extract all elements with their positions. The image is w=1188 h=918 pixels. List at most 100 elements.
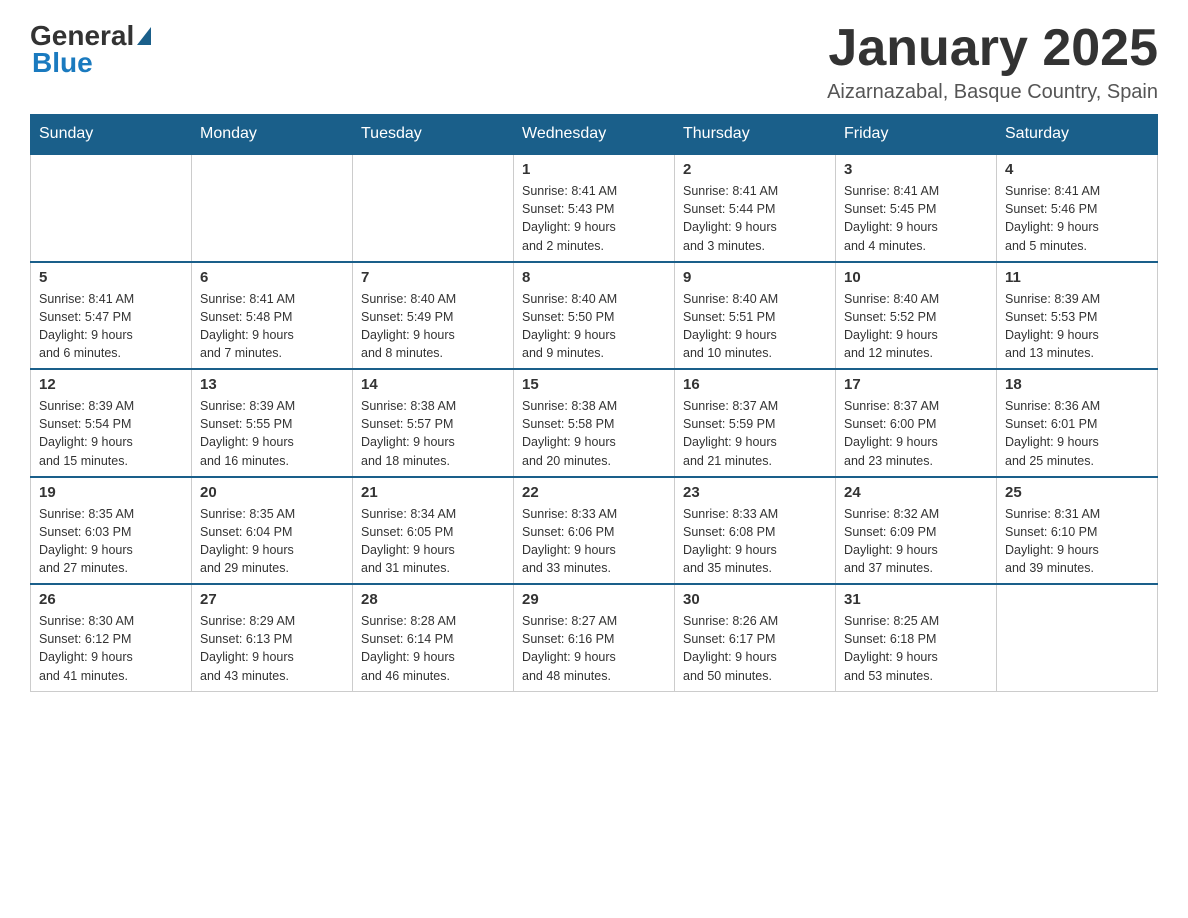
day-number: 29	[522, 591, 666, 608]
day-number: 8	[522, 269, 666, 286]
calendar-body: 1 Sunrise: 8:41 AMSunset: 5:43 PMDaylight…	[31, 154, 1158, 691]
calendar-cell: 9Sunrise: 8:40 AMSunset: 5:51 PMDaylight…	[675, 262, 836, 370]
day-number: 4	[1005, 161, 1149, 178]
logo: General Blue	[30, 20, 154, 79]
calendar-cell: 18 Sunrise: 8:36 AMSunset: 6:01 PMDayligh…	[997, 369, 1158, 477]
day-info: Sunrise: 8:35 AMSunset: 6:03 PMDaylight:…	[39, 505, 183, 578]
header: General Blue January 2025 Aizarnazabal, …	[30, 20, 1158, 104]
calendar-cell: 29 Sunrise: 8:27 AMSunset: 6:16 PMDayligh…	[514, 584, 675, 691]
day-info: Sunrise: 8:35 AMSunset: 6:04 PMDaylight:…	[200, 505, 344, 578]
day-of-week-header: Monday	[192, 115, 353, 155]
calendar-cell: 5 Sunrise: 8:41 AMSunset: 5:47 PMDaylight…	[31, 262, 192, 370]
day-of-week-header: Friday	[836, 115, 997, 155]
calendar-cell: 19 Sunrise: 8:35 AMSunset: 6:03 PMDayligh…	[31, 477, 192, 585]
calendar-cell: 21Sunrise: 8:34 AMSunset: 6:05 PMDayligh…	[353, 477, 514, 585]
day-info: Sunrise: 8:41 AMSunset: 5:48 PMDaylight:…	[200, 290, 344, 363]
day-of-week-header: Tuesday	[353, 115, 514, 155]
calendar-cell: 4 Sunrise: 8:41 AMSunset: 5:46 PMDaylight…	[997, 154, 1158, 262]
calendar-cell: 31Sunrise: 8:25 AMSunset: 6:18 PMDayligh…	[836, 584, 997, 691]
calendar-week-row: 19 Sunrise: 8:35 AMSunset: 6:03 PMDayligh…	[31, 477, 1158, 585]
calendar-table: SundayMondayTuesdayWednesdayThursdayFrid…	[30, 114, 1158, 692]
day-of-week-header: Thursday	[675, 115, 836, 155]
day-info: Sunrise: 8:39 AMSunset: 5:55 PMDaylight:…	[200, 397, 344, 470]
calendar-cell: 8 Sunrise: 8:40 AMSunset: 5:50 PMDaylight…	[514, 262, 675, 370]
day-info: Sunrise: 8:41 AMSunset: 5:43 PMDaylight:…	[522, 182, 666, 255]
calendar-cell: 3Sunrise: 8:41 AMSunset: 5:45 PMDaylight…	[836, 154, 997, 262]
day-info: Sunrise: 8:39 AMSunset: 5:54 PMDaylight:…	[39, 397, 183, 470]
day-info: Sunrise: 8:41 AMSunset: 5:47 PMDaylight:…	[39, 290, 183, 363]
day-info: Sunrise: 8:40 AMSunset: 5:50 PMDaylight:…	[522, 290, 666, 363]
day-info: Sunrise: 8:41 AMSunset: 5:44 PMDaylight:…	[683, 182, 827, 255]
calendar-week-row: 5 Sunrise: 8:41 AMSunset: 5:47 PMDaylight…	[31, 262, 1158, 370]
day-number: 6	[200, 269, 344, 286]
day-number: 28	[361, 591, 505, 608]
day-of-week-header: Wednesday	[514, 115, 675, 155]
day-number: 25	[1005, 484, 1149, 501]
calendar-cell: 28 Sunrise: 8:28 AMSunset: 6:14 PMDayligh…	[353, 584, 514, 691]
day-info: Sunrise: 8:28 AMSunset: 6:14 PMDaylight:…	[361, 612, 505, 685]
calendar-cell: 23Sunrise: 8:33 AMSunset: 6:08 PMDayligh…	[675, 477, 836, 585]
day-info: Sunrise: 8:31 AMSunset: 6:10 PMDaylight:…	[1005, 505, 1149, 578]
calendar-cell	[31, 154, 192, 262]
calendar-cell: 16Sunrise: 8:37 AMSunset: 5:59 PMDayligh…	[675, 369, 836, 477]
day-number: 18	[1005, 376, 1149, 393]
day-info: Sunrise: 8:30 AMSunset: 6:12 PMDaylight:…	[39, 612, 183, 685]
day-number: 7	[361, 269, 505, 286]
day-number: 11	[1005, 269, 1149, 286]
day-number: 26	[39, 591, 183, 608]
day-number: 16	[683, 376, 827, 393]
calendar-cell: 7Sunrise: 8:40 AMSunset: 5:49 PMDaylight…	[353, 262, 514, 370]
calendar-cell: 10 Sunrise: 8:40 AMSunset: 5:52 PMDayligh…	[836, 262, 997, 370]
day-info: Sunrise: 8:37 AMSunset: 6:00 PMDaylight:…	[844, 397, 988, 470]
location-subtitle: Aizarnazabal, Basque Country, Spain	[827, 81, 1158, 104]
day-number: 20	[200, 484, 344, 501]
day-number: 23	[683, 484, 827, 501]
calendar-cell: 15 Sunrise: 8:38 AMSunset: 5:58 PMDayligh…	[514, 369, 675, 477]
month-title: January 2025	[827, 20, 1158, 77]
calendar-cell	[997, 584, 1158, 691]
day-number: 13	[200, 376, 344, 393]
calendar-cell: 20 Sunrise: 8:35 AMSunset: 6:04 PMDayligh…	[192, 477, 353, 585]
calendar-cell: 27 Sunrise: 8:29 AMSunset: 6:13 PMDayligh…	[192, 584, 353, 691]
calendar-cell: 1 Sunrise: 8:41 AMSunset: 5:43 PMDaylight…	[514, 154, 675, 262]
calendar-cell	[353, 154, 514, 262]
calendar-cell: 22Sunrise: 8:33 AMSunset: 6:06 PMDayligh…	[514, 477, 675, 585]
calendar-week-row: 1 Sunrise: 8:41 AMSunset: 5:43 PMDaylight…	[31, 154, 1158, 262]
day-number: 5	[39, 269, 183, 286]
day-info: Sunrise: 8:36 AMSunset: 6:01 PMDaylight:…	[1005, 397, 1149, 470]
day-info: Sunrise: 8:33 AMSunset: 6:06 PMDaylight:…	[522, 505, 666, 578]
calendar-cell: 24Sunrise: 8:32 AMSunset: 6:09 PMDayligh…	[836, 477, 997, 585]
day-number: 14	[361, 376, 505, 393]
day-number: 19	[39, 484, 183, 501]
calendar-cell: 12Sunrise: 8:39 AMSunset: 5:54 PMDayligh…	[31, 369, 192, 477]
day-number: 1	[522, 161, 666, 178]
calendar-cell: 2Sunrise: 8:41 AMSunset: 5:44 PMDaylight…	[675, 154, 836, 262]
day-headers-row: SundayMondayTuesdayWednesdayThursdayFrid…	[31, 115, 1158, 155]
day-info: Sunrise: 8:38 AMSunset: 5:57 PMDaylight:…	[361, 397, 505, 470]
title-area: January 2025 Aizarnazabal, Basque Countr…	[827, 20, 1158, 104]
day-of-week-header: Saturday	[997, 115, 1158, 155]
day-info: Sunrise: 8:38 AMSunset: 5:58 PMDaylight:…	[522, 397, 666, 470]
day-number: 15	[522, 376, 666, 393]
day-info: Sunrise: 8:25 AMSunset: 6:18 PMDaylight:…	[844, 612, 988, 685]
day-info: Sunrise: 8:40 AMSunset: 5:51 PMDaylight:…	[683, 290, 827, 363]
calendar-cell: 26 Sunrise: 8:30 AMSunset: 6:12 PMDayligh…	[31, 584, 192, 691]
day-info: Sunrise: 8:41 AMSunset: 5:46 PMDaylight:…	[1005, 182, 1149, 255]
day-info: Sunrise: 8:32 AMSunset: 6:09 PMDaylight:…	[844, 505, 988, 578]
day-number: 27	[200, 591, 344, 608]
calendar-cell: 30 Sunrise: 8:26 AMSunset: 6:17 PMDayligh…	[675, 584, 836, 691]
day-info: Sunrise: 8:27 AMSunset: 6:16 PMDaylight:…	[522, 612, 666, 685]
calendar-cell: 6 Sunrise: 8:41 AMSunset: 5:48 PMDaylight…	[192, 262, 353, 370]
day-info: Sunrise: 8:40 AMSunset: 5:52 PMDaylight:…	[844, 290, 988, 363]
calendar-cell: 25 Sunrise: 8:31 AMSunset: 6:10 PMDayligh…	[997, 477, 1158, 585]
calendar-week-row: 12Sunrise: 8:39 AMSunset: 5:54 PMDayligh…	[31, 369, 1158, 477]
calendar-cell: 14 Sunrise: 8:38 AMSunset: 5:57 PMDayligh…	[353, 369, 514, 477]
day-number: 30	[683, 591, 827, 608]
day-info: Sunrise: 8:41 AMSunset: 5:45 PMDaylight:…	[844, 182, 988, 255]
day-number: 10	[844, 269, 988, 286]
day-info: Sunrise: 8:29 AMSunset: 6:13 PMDaylight:…	[200, 612, 344, 685]
calendar-header: SundayMondayTuesdayWednesdayThursdayFrid…	[31, 115, 1158, 155]
calendar-cell: 11Sunrise: 8:39 AMSunset: 5:53 PMDayligh…	[997, 262, 1158, 370]
day-info: Sunrise: 8:26 AMSunset: 6:17 PMDaylight:…	[683, 612, 827, 685]
day-number: 17	[844, 376, 988, 393]
